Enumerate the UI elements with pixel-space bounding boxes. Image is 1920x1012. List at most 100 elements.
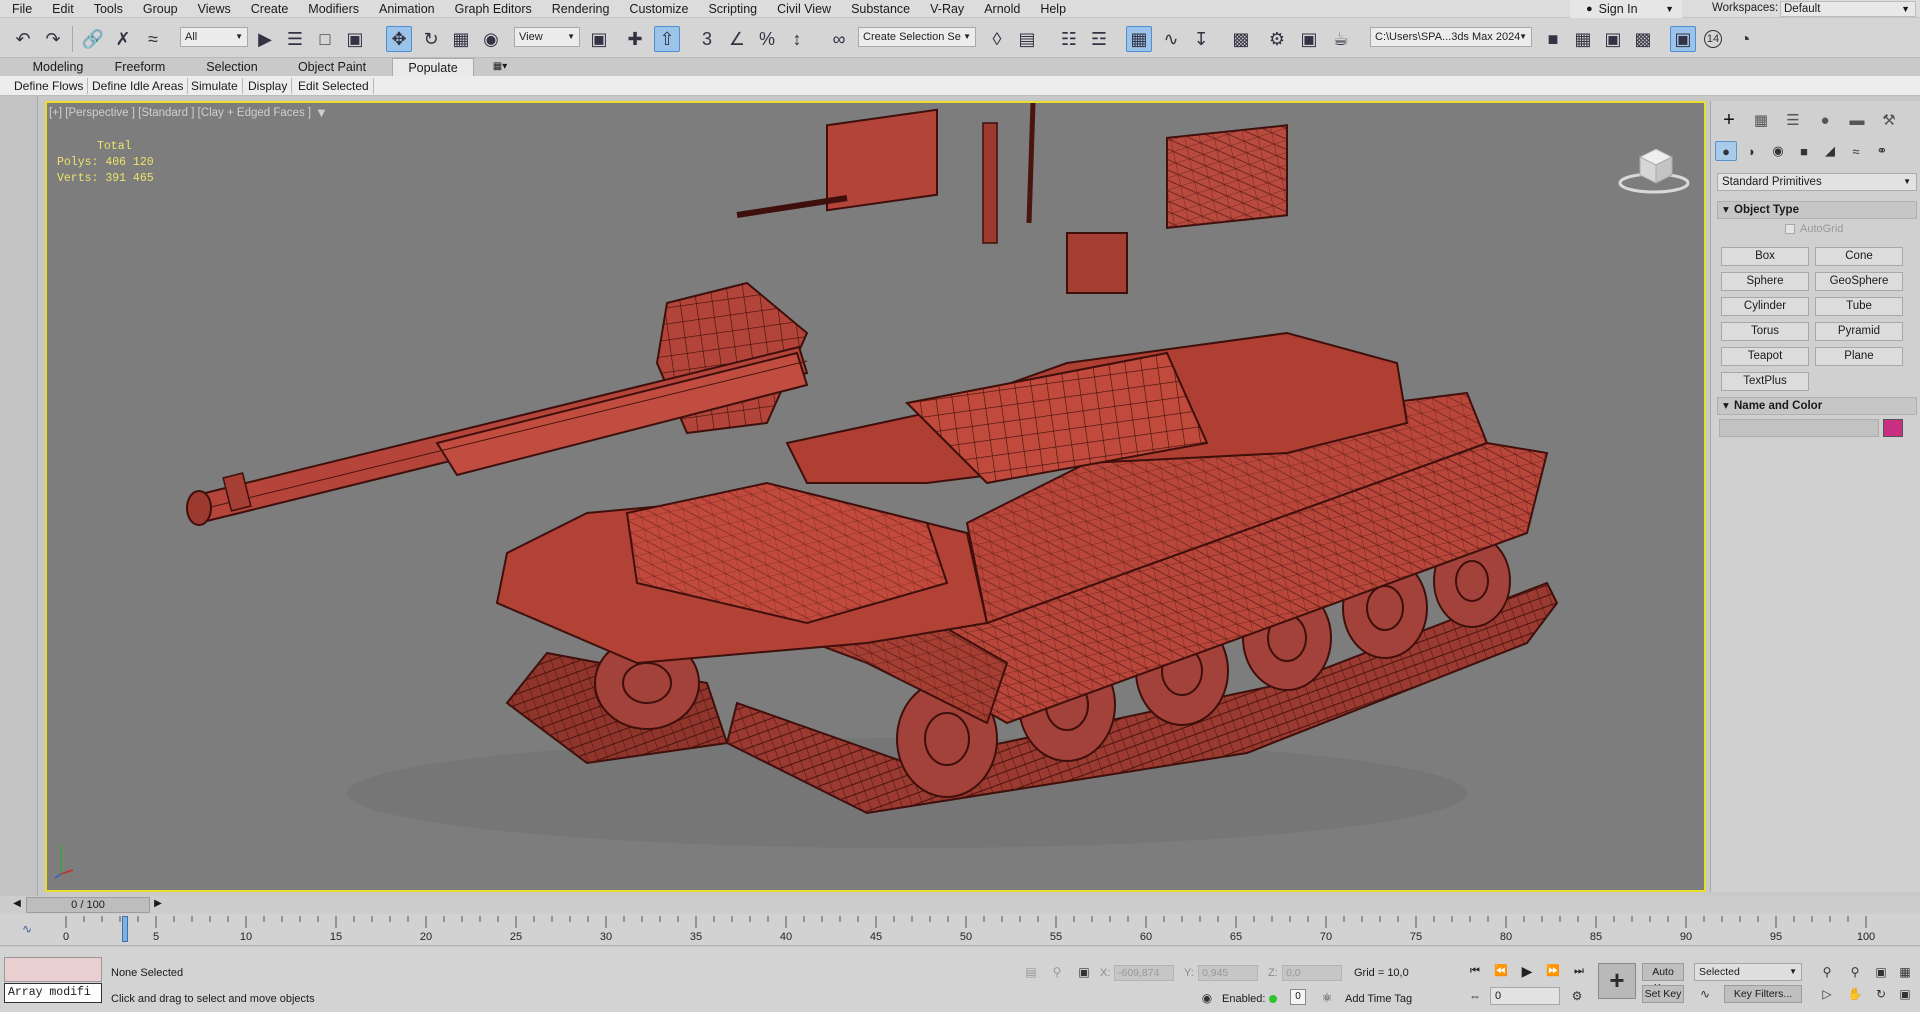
torus-button[interactable]: Torus bbox=[1721, 322, 1809, 341]
cone-button[interactable]: Cone bbox=[1815, 247, 1903, 266]
workspace-dropdown[interactable]: Default ▼ bbox=[1780, 1, 1916, 17]
tab-modeling[interactable]: Modeling bbox=[20, 58, 96, 76]
spinner-snap-icon[interactable]: ↕ bbox=[784, 26, 810, 52]
rectangular-selection-icon[interactable]: □ bbox=[312, 26, 338, 52]
cameras-icon[interactable]: ■ bbox=[1793, 141, 1815, 161]
current-frame-field[interactable]: 0 bbox=[1490, 987, 1560, 1005]
select-object-icon[interactable]: ▶ bbox=[252, 26, 278, 52]
define-flows-button[interactable]: Define Flows bbox=[10, 78, 89, 94]
menu-customize[interactable]: Customize bbox=[619, 0, 698, 18]
snaps-toggle-icon[interactable]: 3 bbox=[694, 26, 720, 52]
vray-render-icon[interactable]: ▩ bbox=[1630, 26, 1656, 52]
object-type-rollout[interactable]: ▾ Object Type bbox=[1717, 201, 1917, 219]
motion-tab-icon[interactable]: ● bbox=[1813, 109, 1837, 131]
mirror-icon[interactable]: ◊ bbox=[984, 26, 1010, 52]
adaptive-degradation-icon[interactable]: ◉ bbox=[1198, 989, 1216, 1007]
angle-snap-icon[interactable]: ∠ bbox=[724, 26, 750, 52]
time-tag-field[interactable]: 0 bbox=[1290, 989, 1306, 1005]
systems-icon[interactable]: ⚭ bbox=[1871, 141, 1893, 161]
key-mode-toggle-icon[interactable]: ⇔ bbox=[1466, 987, 1484, 1005]
maximize-viewport-icon[interactable]: ▣ bbox=[1896, 985, 1914, 1003]
display-tab-icon[interactable]: ▬ bbox=[1845, 109, 1869, 131]
vray-lights-icon[interactable]: ▣ bbox=[1600, 26, 1626, 52]
zoom-extents-all-icon[interactable]: ▦ bbox=[1896, 963, 1914, 981]
previous-frame-arrow-icon[interactable]: ◀ bbox=[10, 898, 24, 912]
auto-key-button[interactable]: Auto Key bbox=[1642, 963, 1684, 994]
schematic-view-icon[interactable]: ↧ bbox=[1188, 26, 1214, 52]
menu-animation[interactable]: Animation bbox=[369, 0, 445, 18]
menu-vray[interactable]: V-Ray bbox=[920, 0, 974, 18]
tube-button[interactable]: Tube bbox=[1815, 297, 1903, 316]
sign-in-button[interactable]: ● Sign In ▼ bbox=[1570, 0, 1682, 18]
menu-help[interactable]: Help bbox=[1030, 0, 1076, 18]
time-slider-handle[interactable]: 0 / 100 bbox=[26, 897, 150, 913]
go-to-start-icon[interactable]: ⏮ bbox=[1466, 962, 1484, 980]
sphere-button[interactable]: Sphere bbox=[1721, 272, 1809, 291]
cylinder-button[interactable]: Cylinder bbox=[1721, 297, 1809, 316]
geometry-icon[interactable]: ● bbox=[1715, 141, 1737, 161]
tab-populate[interactable]: Populate bbox=[392, 58, 474, 76]
unlink-icon[interactable]: ✗ bbox=[110, 26, 136, 52]
previous-key-icon[interactable]: ⏪ bbox=[1492, 962, 1510, 980]
helpers-icon[interactable]: ◢ bbox=[1819, 141, 1841, 161]
redo-icon[interactable]: ↷ bbox=[40, 26, 66, 52]
time-cursor[interactable] bbox=[122, 916, 128, 942]
bind-spacewarp-icon[interactable]: ≈ bbox=[140, 26, 166, 52]
space-warps-icon[interactable]: ≈ bbox=[1845, 141, 1867, 161]
named-selection-set-dropdown[interactable]: Create Selection Se ▼ bbox=[858, 27, 976, 47]
menu-graph-editors[interactable]: Graph Editors bbox=[445, 0, 542, 18]
textplus-button[interactable]: TextPlus bbox=[1721, 372, 1809, 391]
orbit-icon[interactable]: ↻ bbox=[1872, 985, 1890, 1003]
teapot-button[interactable]: Teapot bbox=[1721, 347, 1809, 366]
name-and-color-rollout[interactable]: ▾ Name and Color bbox=[1717, 397, 1917, 415]
key-filters-button[interactable]: Key Filters... bbox=[1724, 985, 1802, 1003]
align-icon[interactable]: ▤ bbox=[1014, 26, 1040, 52]
lights-icon[interactable]: ◉ bbox=[1767, 141, 1789, 161]
geosphere-button[interactable]: GeoSphere bbox=[1815, 272, 1903, 291]
window-crossing-icon[interactable]: ▣ bbox=[342, 26, 368, 52]
render-setup-icon[interactable]: ⚙ bbox=[1264, 26, 1290, 52]
next-frame-arrow-icon[interactable]: ▶ bbox=[151, 898, 165, 912]
field-of-view-icon[interactable]: ▷ bbox=[1818, 985, 1836, 1003]
absolute-mode-icon[interactable]: ▣ bbox=[1075, 963, 1093, 981]
menu-scripting[interactable]: Scripting bbox=[698, 0, 767, 18]
object-color-swatch[interactable] bbox=[1883, 419, 1903, 437]
tab-selection[interactable]: Selection bbox=[196, 58, 268, 76]
hierarchy-tab-icon[interactable]: ☰ bbox=[1781, 109, 1805, 131]
select-manipulate-icon[interactable]: ✚ bbox=[622, 26, 648, 52]
render-production-icon[interactable]: ☕ bbox=[1328, 26, 1354, 52]
vray-frame-buffer-icon[interactable]: ■ bbox=[1540, 26, 1566, 52]
object-name-field[interactable] bbox=[1719, 419, 1879, 437]
plane-button[interactable]: Plane bbox=[1815, 347, 1903, 366]
menu-modifiers[interactable]: Modifiers bbox=[298, 0, 369, 18]
curve-editor-mini-icon[interactable]: ∿ bbox=[22, 922, 32, 936]
simulate-button[interactable]: Simulate bbox=[187, 78, 243, 94]
move-icon[interactable]: ✥ bbox=[386, 26, 412, 52]
set-keys-button[interactable]: + bbox=[1598, 963, 1636, 999]
material-editor-icon[interactable]: ▩ bbox=[1228, 26, 1254, 52]
time-slider[interactable]: ◀ 0 / 100 ▶ bbox=[0, 896, 1920, 914]
help-icon[interactable]: ◔ bbox=[1732, 26, 1758, 52]
menu-edit[interactable]: Edit bbox=[42, 0, 84, 18]
lock-icon[interactable]: ⚲ bbox=[1048, 963, 1066, 981]
toggle-layer-explorer-icon[interactable]: ☲ bbox=[1086, 26, 1112, 52]
trackbar[interactable]: ∿ 0 5 10 15 20 25 30 35 40 45 50 55 60 65 70 75 80 85 90 95… bbox=[0, 914, 1920, 946]
next-key-icon[interactable]: ⏩ bbox=[1544, 962, 1562, 980]
viewcube-icon[interactable] bbox=[1618, 139, 1690, 195]
zoom-icon[interactable]: ⚲ bbox=[1818, 963, 1836, 981]
key-mode-dropdown[interactable]: Selected ▼ bbox=[1694, 963, 1802, 981]
menu-civil-view[interactable]: Civil View bbox=[767, 0, 841, 18]
menu-arnold[interactable]: Arnold bbox=[974, 0, 1030, 18]
keyboard-shortcut-override-icon[interactable]: ⇧ bbox=[654, 26, 680, 52]
place-icon[interactable]: ◉ bbox=[478, 26, 504, 52]
vray-lister-icon[interactable]: ▦ bbox=[1570, 26, 1596, 52]
isolate-selection-icon[interactable]: ▤ bbox=[1022, 963, 1040, 981]
pyramid-button[interactable]: Pyramid bbox=[1815, 322, 1903, 341]
define-idle-areas-button[interactable]: Define Idle Areas bbox=[88, 78, 189, 94]
menu-substance[interactable]: Substance bbox=[841, 0, 920, 18]
maxscript-listener-output[interactable] bbox=[4, 957, 102, 982]
time-tag-icon[interactable]: ⚛ bbox=[1318, 989, 1336, 1007]
menu-file[interactable]: File bbox=[0, 0, 42, 18]
select-by-name-icon[interactable]: ☰ bbox=[282, 26, 308, 52]
toggle-ribbon-icon[interactable]: ▦ bbox=[1126, 26, 1152, 52]
